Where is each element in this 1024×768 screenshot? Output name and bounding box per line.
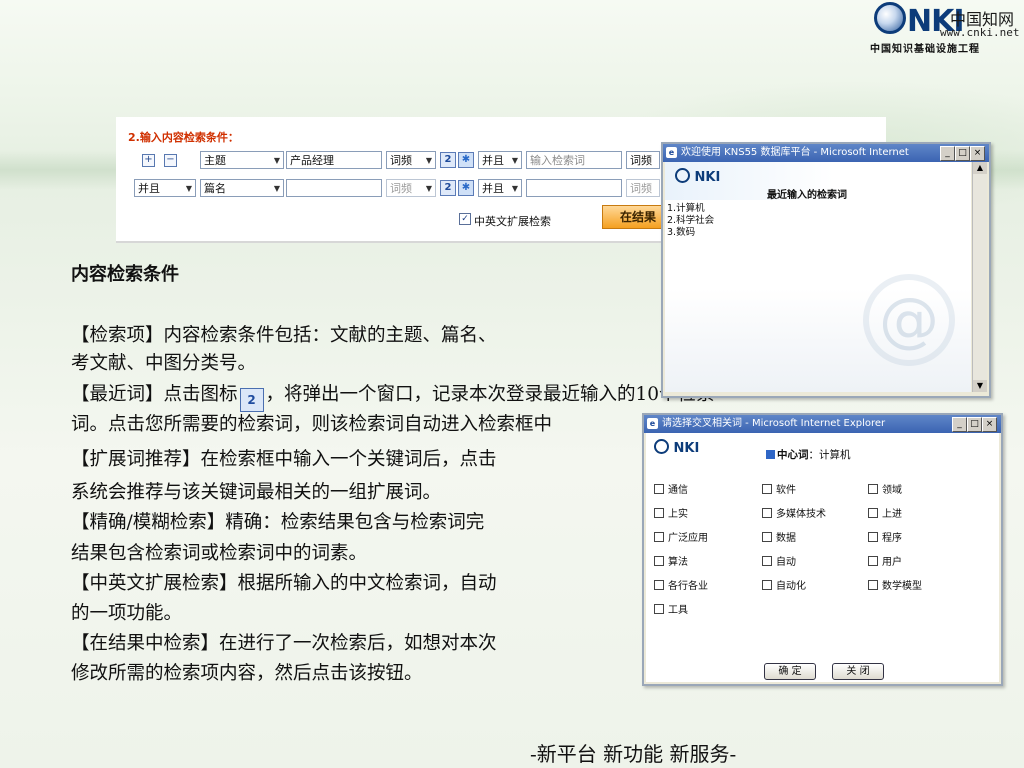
scrollbar[interactable]: ▲ ▼: [972, 162, 987, 392]
expand-option[interactable]: 多媒体技术: [762, 505, 826, 520]
close-dialog-button[interactable]: 关 闭: [832, 663, 884, 680]
expand-words-icon-2[interactable]: ✱: [458, 180, 474, 196]
expand-option[interactable]: 上进: [868, 505, 902, 520]
minimize-button[interactable]: _: [952, 417, 967, 432]
keyword-input-2[interactable]: [286, 179, 382, 197]
recent-window-title: 欢迎使用 KNS55 数据库平台 - Microsoft Internet: [681, 147, 909, 158]
close-button[interactable]: ×: [982, 417, 997, 432]
freq-select-1[interactable]: 词频: [386, 151, 436, 169]
body-line-3b: ，将弹出一个窗口，记录本次登录最近输入的10个检索: [265, 384, 715, 405]
expand-option[interactable]: 数学模型: [868, 577, 922, 592]
add-row-icon[interactable]: +: [142, 154, 155, 167]
body-line-3: 【最近词】点击图标 2 ，将弹出一个窗口，记录本次登录最近输入的10个检索: [71, 380, 715, 412]
panel-title: 2.输入内容检索条件：: [128, 131, 239, 144]
recent-word-item[interactable]: 3.数码: [667, 224, 695, 238]
expand-option[interactable]: 通信: [654, 481, 688, 496]
center-word-icon: [766, 450, 775, 459]
minimize-button[interactable]: _: [940, 146, 955, 161]
expand-window-title: 请选择交叉相关词 - Microsoft Internet Explorer: [662, 418, 886, 429]
expand-option[interactable]: 软件: [762, 481, 796, 496]
maximize-button[interactable]: □: [955, 146, 970, 161]
recent-words-heading: 最近输入的检索词: [767, 190, 847, 201]
maximize-button[interactable]: □: [967, 417, 982, 432]
keyword-input-1b[interactable]: 输入检索词: [526, 151, 622, 169]
freq-select-2[interactable]: 词频: [386, 179, 436, 197]
field-select-1[interactable]: 主题: [200, 151, 284, 169]
body-line-10: 的一项功能。: [71, 603, 183, 624]
cnki-logo-url: www.cnki.net: [940, 26, 1020, 39]
decorative-at-icon: @: [863, 274, 955, 366]
expand-option[interactable]: 程序: [868, 529, 902, 544]
expand-option[interactable]: 数据: [762, 529, 796, 544]
cnki-logo: NKI 中国知网 www.cnki.net 中国知识基础设施工程: [868, 0, 1020, 56]
keyword-input-1[interactable]: 产品经理: [286, 151, 382, 169]
expand-option[interactable]: 领域: [868, 481, 902, 496]
expand-words-window: e 请选择交叉相关词 - Microsoft Internet Explorer…: [642, 413, 1003, 686]
remove-row-icon[interactable]: −: [164, 154, 177, 167]
ie-icon: e: [666, 147, 677, 158]
ext-search-checkbox[interactable]: ✓: [459, 213, 471, 225]
cnki-small-logo: NKI: [654, 439, 699, 456]
freq-select-1b[interactable]: 词频: [626, 151, 660, 169]
body-line-7: 【精确/模糊检索】精确：检索结果包含与检索词完: [71, 512, 485, 533]
body-line-6: 系统会推荐与该关键词最相关的一组扩展词。: [71, 482, 442, 503]
recent-words-inline-icon: 2: [239, 388, 264, 412]
close-button[interactable]: ×: [970, 146, 985, 161]
recent-words-icon-2[interactable]: 2: [440, 180, 456, 196]
body-line-5: 【扩展词推荐】在检索框中输入一个关键词后，点击: [71, 449, 497, 470]
expand-window-titlebar[interactable]: e 请选择交叉相关词 - Microsoft Internet Explorer…: [644, 415, 1001, 433]
cnki-small-logo: NKI: [675, 168, 720, 185]
ie-icon: e: [647, 418, 658, 429]
cnki-logo-subtitle: 中国知识基础设施工程: [870, 44, 980, 55]
expand-option[interactable]: 自动: [762, 553, 796, 568]
footer-slogan: -新平台 新功能 新服务-: [530, 742, 737, 766]
body-line-8: 结果包含检索词或检索词中的词素。: [71, 543, 368, 564]
expand-window-content: NKI 中心词：计算机 通信 软件 领域 上实 多媒体技术 上进 广泛应用 数据…: [646, 433, 999, 682]
recent-window-titlebar[interactable]: e 欢迎使用 KNS55 数据库平台 - Microsoft Internet …: [663, 144, 989, 162]
expand-option[interactable]: 算法: [654, 553, 688, 568]
logic-select-row2[interactable]: 并且: [134, 179, 196, 197]
body-line-12: 修改所需的检索项内容，然后点击该按钮。: [71, 663, 423, 684]
body-line-4: 词。点击您所需要的检索词，则该检索词自动进入检索框中: [71, 414, 553, 435]
center-word-label: 中心词：计算机: [766, 447, 851, 462]
expand-words-icon[interactable]: ✱: [458, 152, 474, 168]
section-heading: 内容检索条件: [71, 264, 179, 285]
body-line-1: 【检索项】内容检索条件包括：文献的主题、篇名、: [71, 325, 497, 346]
recent-words-icon[interactable]: 2: [440, 152, 456, 168]
ext-search-label: 中英文扩展检索: [474, 215, 551, 228]
body-line-2: 考文献、中图分类号。: [71, 353, 257, 374]
freq-select-2b[interactable]: 词频: [626, 179, 660, 197]
logic-select-2[interactable]: 并且: [478, 179, 522, 197]
scroll-down-icon[interactable]: ▼: [973, 380, 987, 392]
ok-button[interactable]: 确 定: [764, 663, 816, 680]
scroll-up-icon[interactable]: ▲: [973, 162, 987, 174]
expand-option[interactable]: 上实: [654, 505, 688, 520]
expand-option[interactable]: 用户: [868, 553, 902, 568]
expand-option[interactable]: 广泛应用: [654, 529, 708, 544]
expand-option[interactable]: 自动化: [762, 577, 806, 592]
recent-words-window: e 欢迎使用 KNS55 数据库平台 - Microsoft Internet …: [661, 142, 991, 398]
body-line-11: 【在结果中检索】在进行了一次检索后，如想对本次: [71, 633, 497, 654]
logic-select-1[interactable]: 并且: [478, 151, 522, 169]
body-line-3a: 【最近词】点击图标: [71, 384, 238, 405]
field-select-2[interactable]: 篇名: [200, 179, 284, 197]
expand-option[interactable]: 工具: [654, 601, 688, 616]
expand-option[interactable]: 各行各业: [654, 577, 708, 592]
keyword-input-2b[interactable]: [526, 179, 622, 197]
body-line-9: 【中英文扩展检索】根据所输入的中文检索词，自动: [71, 573, 497, 594]
